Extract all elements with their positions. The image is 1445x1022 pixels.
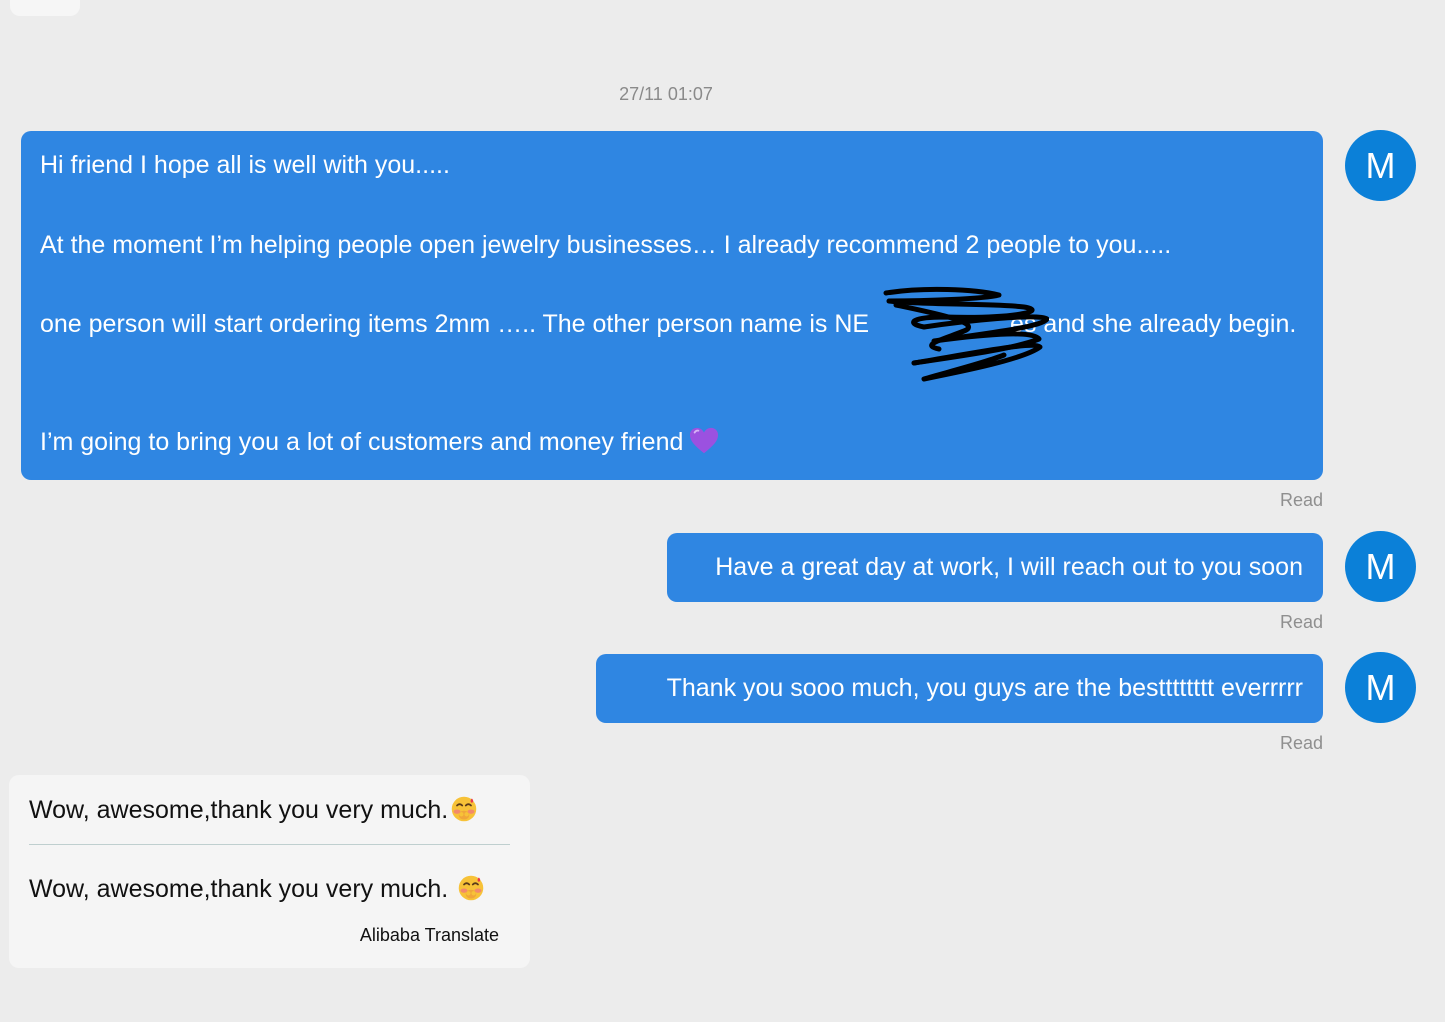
translated-message: Wow, awesome,thank you very much. bbox=[29, 874, 485, 904]
outgoing-message-bubble[interactable]: Hi friend I hope all is well with you...… bbox=[21, 131, 1323, 480]
avatar[interactable]: M bbox=[1345, 652, 1416, 723]
message-text: Thank you sooo much, you guys are the be… bbox=[666, 674, 1303, 702]
incoming-message-bubble[interactable]: Wow, awesome,thank you very much. Wow, a… bbox=[9, 775, 530, 968]
outgoing-message-bubble[interactable]: Have a great day at work, I will reach o… bbox=[667, 533, 1323, 602]
avatar-initial: M bbox=[1365, 545, 1396, 587]
read-status: Read bbox=[1279, 612, 1323, 632]
purple-heart-icon bbox=[690, 427, 719, 454]
message-text: Have a great day at work, I will reach o… bbox=[715, 553, 1303, 581]
face-holding-back-tears-icon bbox=[451, 796, 477, 822]
message-line-text: I’m going to bring you a lot of customer… bbox=[40, 428, 684, 456]
original-message: Wow, awesome,thank you very much. bbox=[29, 795, 478, 825]
read-status: Read bbox=[1279, 490, 1323, 510]
face-holding-back-tears-icon bbox=[458, 875, 484, 901]
read-status: Read bbox=[1279, 733, 1323, 753]
outgoing-message-bubble[interactable]: Thank you sooo much, you guys are the be… bbox=[596, 654, 1323, 723]
translation-source-label: Alibaba Translate bbox=[359, 925, 499, 945]
redaction-scribble bbox=[883, 286, 1049, 382]
previous-message-bubble bbox=[10, 0, 80, 16]
message-line: Hi friend I hope all is well with you...… bbox=[40, 151, 450, 179]
avatar[interactable]: M bbox=[1345, 130, 1416, 201]
original-message-text: Wow, awesome,thank you very much. bbox=[29, 796, 449, 824]
message-line: I’m going to bring you a lot of customer… bbox=[40, 426, 719, 457]
avatar-initial: M bbox=[1365, 144, 1396, 186]
avatar[interactable]: M bbox=[1345, 531, 1416, 602]
message-line: es and she already begin. bbox=[1010, 310, 1297, 338]
message-line: At the moment I’m helping people open je… bbox=[40, 231, 1172, 259]
message-timestamp: 27/11 01:07 bbox=[619, 84, 713, 104]
message-line: one person will start ordering items 2mm… bbox=[40, 310, 870, 338]
avatar-initial: M bbox=[1365, 666, 1396, 708]
translated-message-text: Wow, awesome,thank you very much. bbox=[29, 875, 456, 903]
translation-divider bbox=[29, 844, 510, 845]
